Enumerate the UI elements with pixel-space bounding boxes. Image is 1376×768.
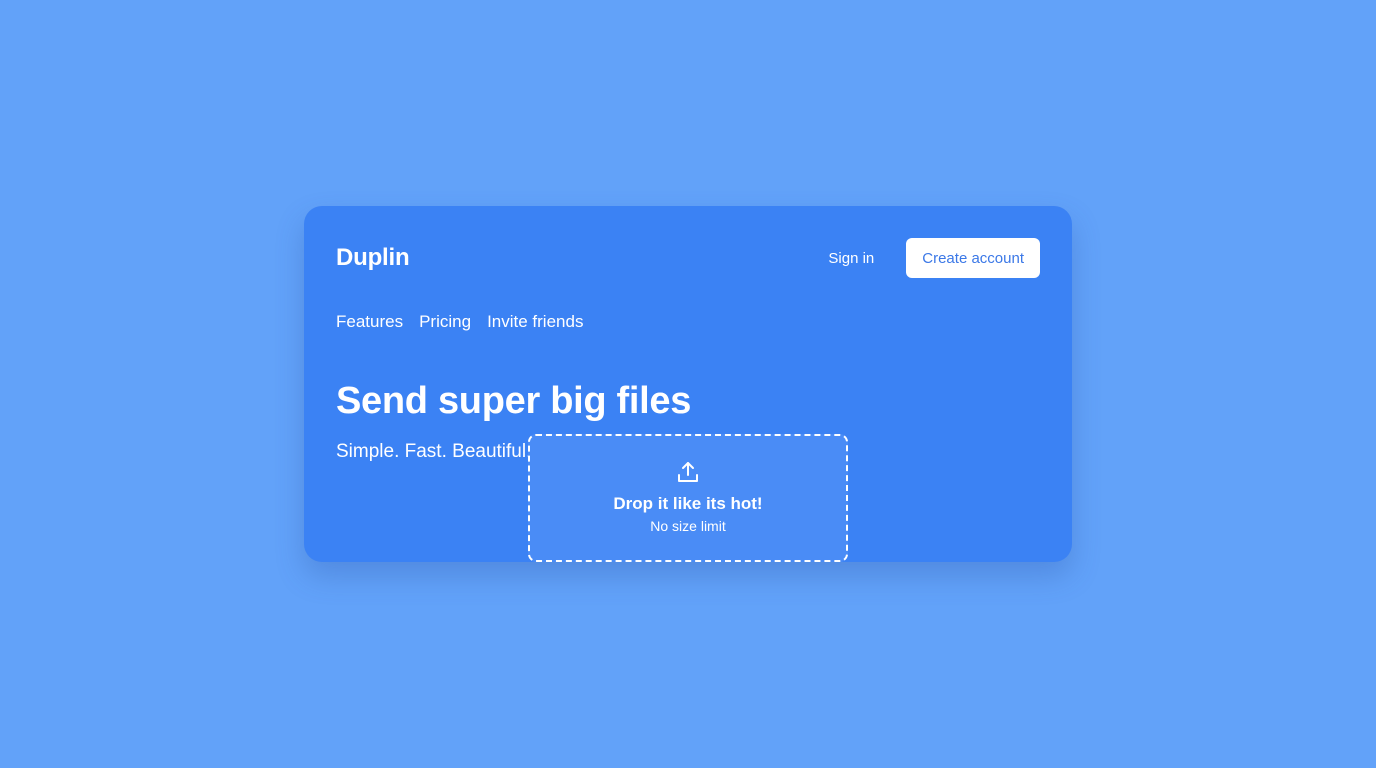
page-tagline: Simple. Fast. Beautiful. — [336, 441, 532, 462]
file-dropzone[interactable]: Drop it like its hot! No size limit — [528, 434, 848, 562]
nav-item-pricing[interactable]: Pricing — [419, 312, 471, 332]
upload-icon — [678, 462, 698, 482]
main-nav: Features Pricing Invite friends — [336, 312, 583, 332]
dropzone-subtitle: No size limit — [650, 518, 726, 534]
create-account-button[interactable]: Create account — [906, 238, 1040, 278]
auth-actions: Sign in Create account — [828, 238, 1040, 278]
sign-in-link[interactable]: Sign in — [828, 250, 874, 267]
nav-item-features[interactable]: Features — [336, 312, 403, 332]
header: Duplin Sign in Create account — [336, 238, 1040, 278]
brand-logo[interactable]: Duplin — [336, 244, 410, 272]
dropzone-title: Drop it like its hot! — [613, 494, 763, 513]
nav-item-invite-friends[interactable]: Invite friends — [487, 312, 583, 332]
main-card: Duplin Sign in Create account Features P… — [304, 206, 1072, 562]
page-title: Send super big files — [336, 380, 692, 422]
